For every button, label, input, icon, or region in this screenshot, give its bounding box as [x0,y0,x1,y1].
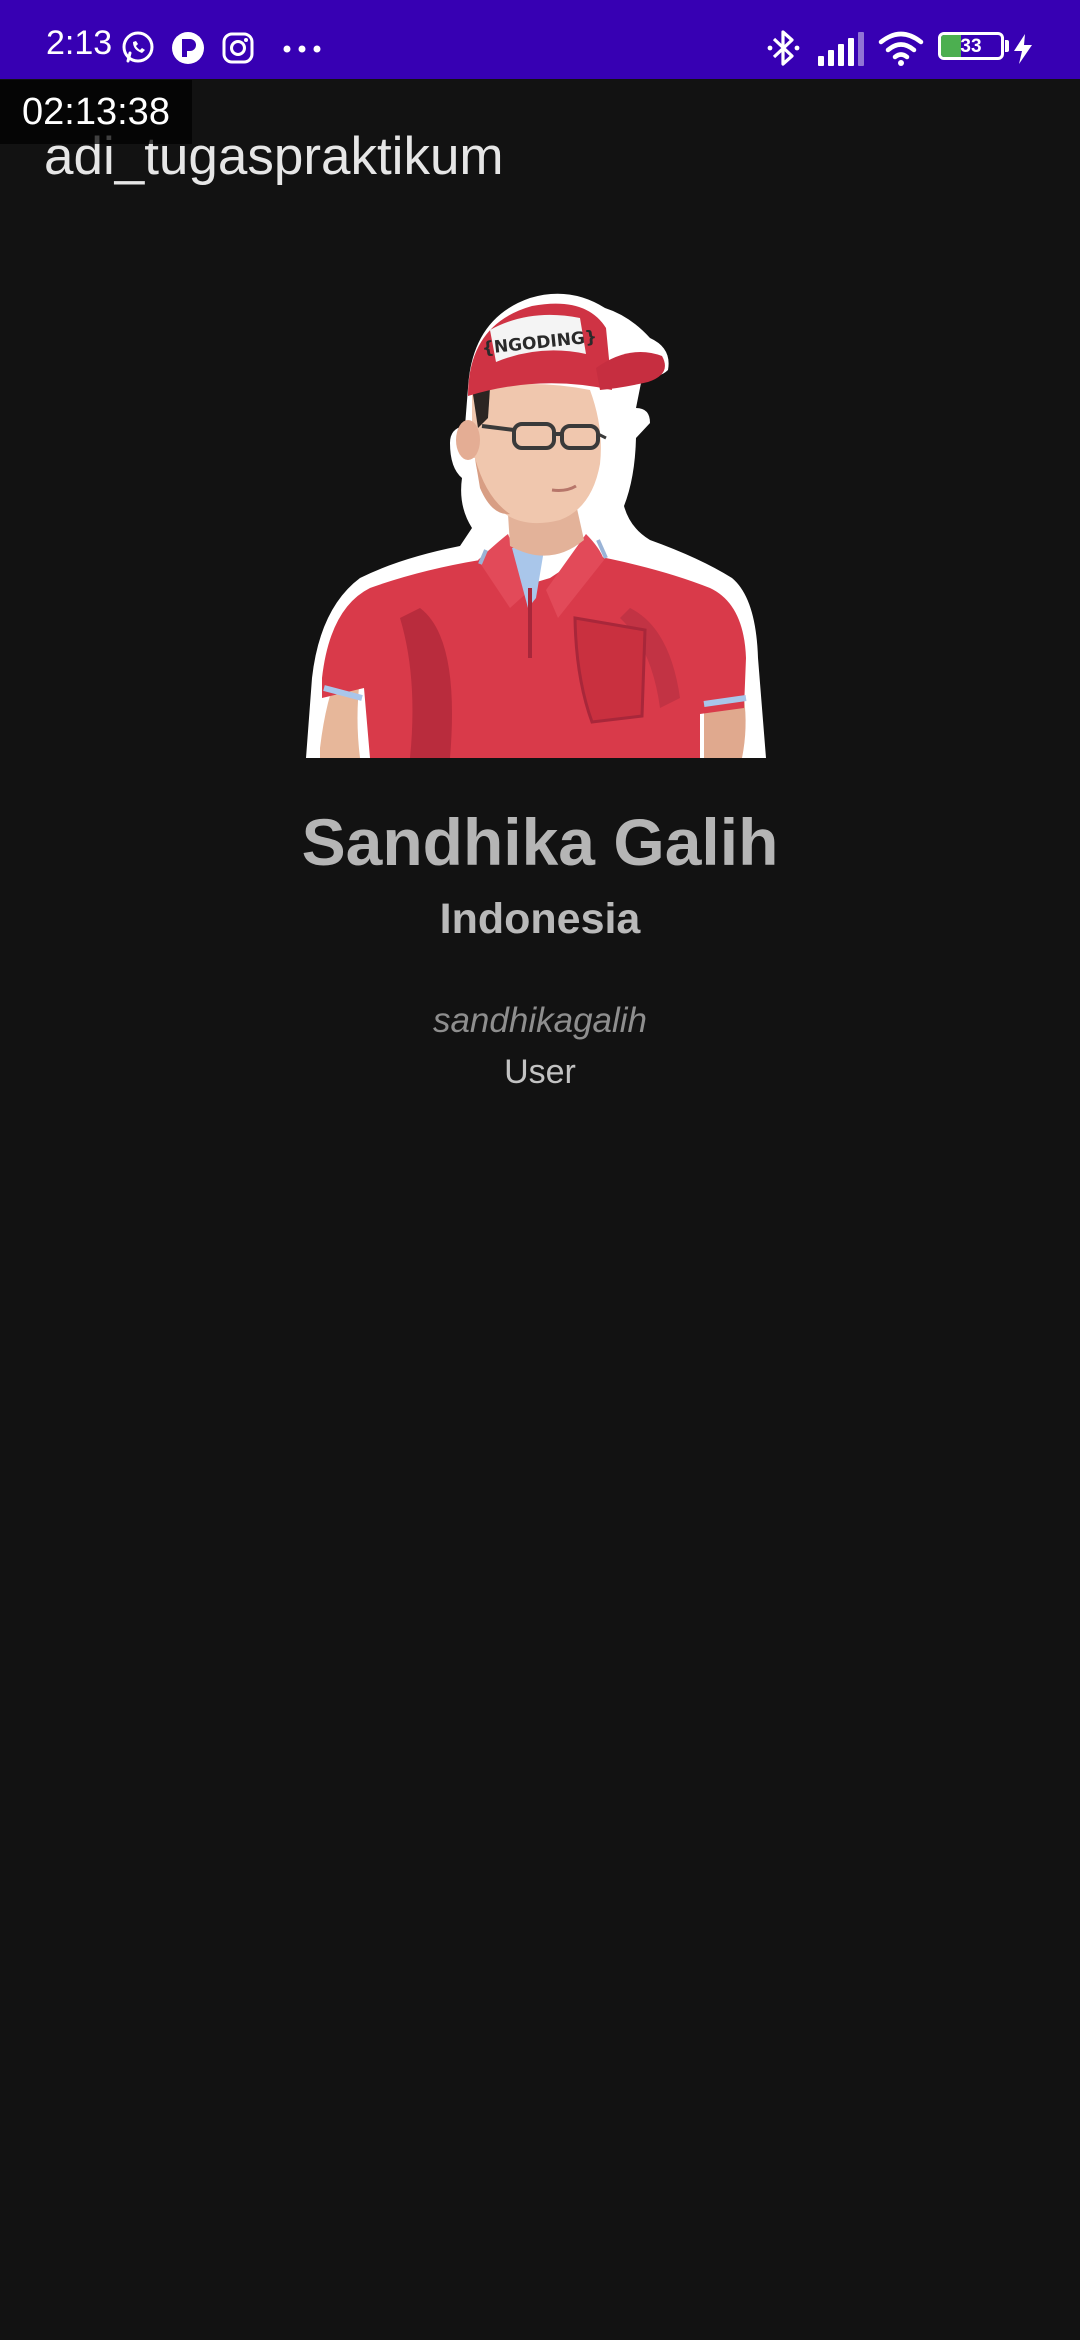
profile-username: sandhikagalih [432,1001,648,1040]
profile-role: User [504,1053,576,1091]
instagram-icon [222,32,254,64]
battery-icon: 33 [938,32,1004,60]
battery-level: 33 [960,36,982,57]
charging-icon [1014,34,1032,64]
whatsapp-icon [122,31,154,63]
wifi-icon [878,31,924,66]
profile-screen: 2:13 33 adi_tugaspraktikum 02:13:38 {NGO… [0,0,1080,2340]
profile-name: Sandhika Galih [301,805,779,879]
bluetooth-icon [767,30,800,66]
profile-country: Indonesia [439,895,641,943]
clock-overlay: 02:13:38 [0,80,192,144]
messenger-icon [172,32,204,64]
profile-image: {NGODING} [306,293,766,758]
signal-icon [818,32,864,66]
status-time: 2:13 [46,24,113,62]
status-bar: 2:13 33 [0,0,1080,79]
battery-tip [1005,40,1009,52]
more-icon [283,45,321,53]
